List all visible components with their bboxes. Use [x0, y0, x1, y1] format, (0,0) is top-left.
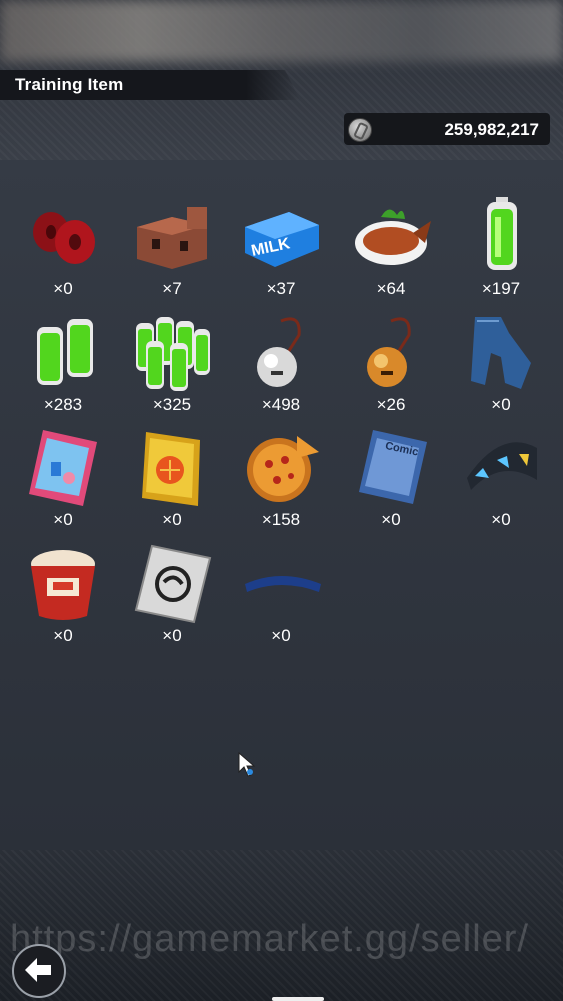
weights-icon [33, 212, 95, 264]
inventory-item[interactable]: MILK ×37 [231, 197, 331, 307]
inventory-item[interactable]: ×197 [451, 197, 551, 307]
item-quantity: ×0 [491, 510, 511, 529]
back-button[interactable] [12, 944, 66, 998]
inventory-item[interactable]: ×0 [122, 428, 222, 538]
currency-value: 259,982,217 [444, 120, 539, 139]
item-quantity: ×0 [53, 279, 73, 298]
silver-bell-icon [257, 317, 301, 387]
item-quantity: ×498 [261, 395, 301, 414]
comic-book-icon: Comic [359, 430, 427, 504]
item-quantity: ×0 [162, 626, 182, 645]
inventory-item[interactable]: ×498 [231, 313, 331, 423]
gold-bell-icon [367, 317, 411, 387]
battery-icon [487, 197, 517, 270]
symbol-card-icon [134, 544, 212, 624]
inventory-item[interactable]: ×0 [451, 313, 551, 423]
inventory-item[interactable]: ×7 [122, 197, 222, 307]
battery-bundle-icon [136, 317, 210, 391]
item-quantity: ×0 [271, 626, 291, 645]
mouse-cursor-icon [238, 752, 256, 777]
item-quantity: ×37 [266, 279, 296, 298]
inventory-item[interactable]: Comic ×0 [341, 428, 441, 538]
inventory-item[interactable]: ×0 [231, 544, 331, 654]
inventory-item[interactable]: ×0 [451, 428, 551, 538]
item-quantity: ×197 [481, 279, 521, 298]
milk-carton-icon: MILK [245, 212, 319, 267]
item-quantity: ×158 [261, 510, 301, 529]
item-quantity: ×64 [376, 279, 406, 298]
item-quantity: ×283 [43, 395, 83, 414]
item-quantity: ×325 [152, 395, 192, 414]
magazine-icon [29, 430, 97, 506]
item-quantity: ×26 [376, 395, 406, 414]
wristband-icon [467, 442, 537, 490]
grilled-fish-icon [355, 209, 431, 265]
inventory-item[interactable]: ×0 [122, 544, 222, 654]
inventory-item[interactable]: ×325 [122, 313, 222, 423]
inventory-item[interactable]: ×283 [13, 313, 113, 423]
dragon-ball-book-icon [142, 432, 200, 506]
inventory-item[interactable]: ×26 [341, 313, 441, 423]
inventory-item[interactable]: ×64 [341, 197, 441, 307]
item-quantity: ×7 [162, 279, 182, 298]
headband-icon [245, 576, 321, 592]
page-title: Training Item [15, 75, 124, 94]
pizza-icon [247, 436, 319, 502]
bricks-icon [137, 207, 207, 269]
item-quantity: ×0 [491, 395, 511, 414]
item-quantity: ×0 [381, 510, 401, 529]
coin-icon [348, 118, 372, 142]
watermark-text: https://gamemarket.gg/seller/ [10, 918, 529, 960]
back-arrow-icon [25, 958, 51, 982]
jeans-icon [471, 317, 531, 389]
inventory-item[interactable]: ×0 [13, 197, 113, 307]
item-quantity: ×0 [162, 510, 182, 529]
inventory-item[interactable]: ×0 [13, 428, 113, 538]
cup-noodle-icon [31, 550, 95, 620]
inventory-item[interactable]: ×0 [13, 544, 113, 654]
inventory-item[interactable]: ×158 [231, 428, 331, 538]
top-blur [0, 0, 563, 62]
home-indicator [272, 997, 324, 1001]
battery-pack-icon [37, 319, 93, 385]
item-quantity: ×0 [53, 626, 73, 645]
item-quantity: ×0 [53, 510, 73, 529]
